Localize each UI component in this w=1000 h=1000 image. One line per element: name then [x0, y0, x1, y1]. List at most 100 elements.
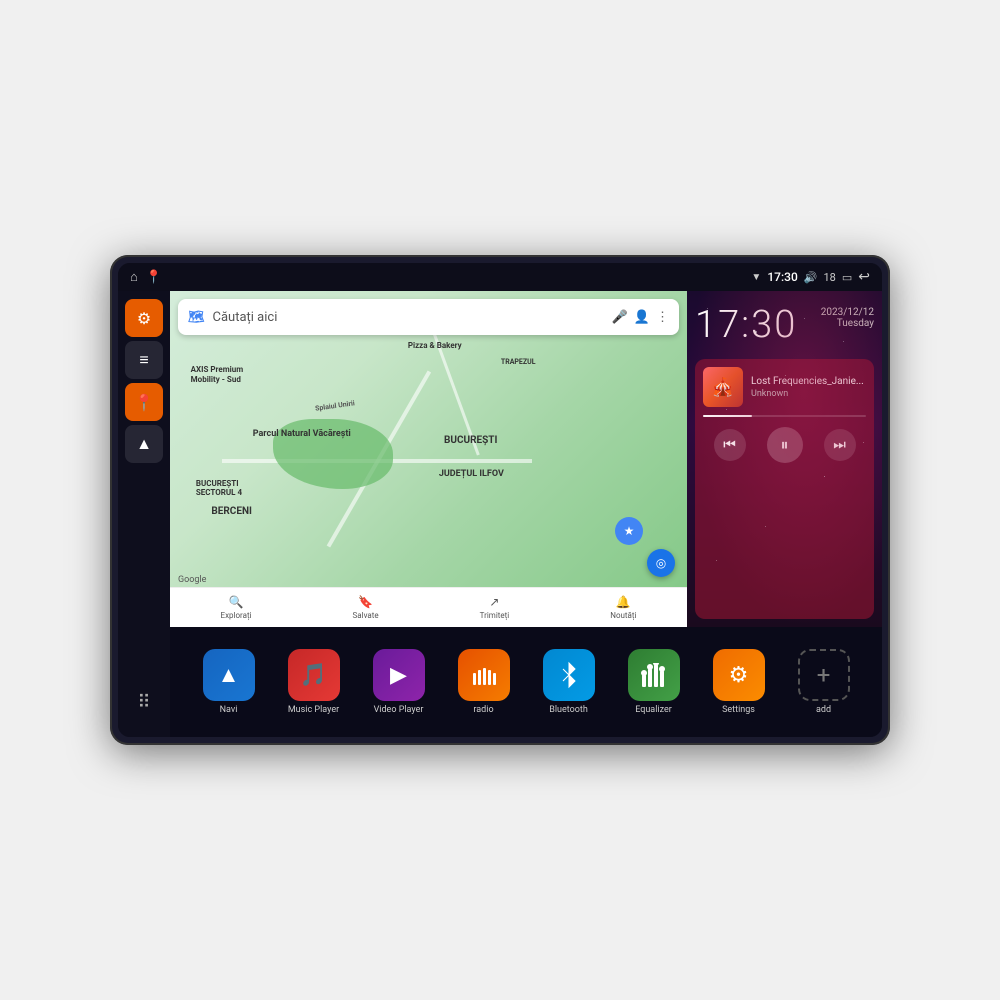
right-panel: 17:30 2023/12/12 Tuesday 🎪 — [687, 291, 882, 627]
app-icon-music-player: 🎵 — [288, 649, 340, 701]
add-icon-symbol: + — [817, 661, 831, 689]
app-icon-bluetooth — [543, 649, 595, 701]
music-text: Lost Frequencies_Janie... Unknown — [751, 376, 866, 399]
map-saved[interactable]: 🔖 Salvate — [353, 595, 379, 620]
home-icon[interactable]: ⌂ — [130, 269, 138, 285]
app-label-music-player: Music Player — [288, 705, 339, 715]
map-label-sector4: BUCUREȘTISECTORUL 4 — [196, 479, 242, 497]
sidebar-map-icon[interactable]: 📍 — [125, 383, 163, 421]
share-icon: ↗ — [489, 595, 499, 609]
app-grid: ▲ Navi 🎵 Music Player ▶ — [170, 627, 882, 737]
car-head-unit: ⌂ 📍 ▼ 17:30 🔊 18 ▭ ↩ ⚙ ≡ 📍 ▲ ⠿ — [110, 255, 890, 745]
app-label-navi: Navi — [220, 705, 238, 715]
sidebar-files-icon[interactable]: ≡ — [125, 341, 163, 379]
app-label-video-player: Video Player — [374, 705, 424, 715]
music-progress-fill — [703, 415, 752, 417]
clock-date-value: 2023/12/12 — [821, 307, 874, 318]
saved-label: Salvate — [353, 611, 379, 620]
map-label-ilfov: JUDEȚUL ILFOV — [439, 469, 504, 479]
app-icon-video-player: ▶ — [373, 649, 425, 701]
app-icon-radio — [458, 649, 510, 701]
main-content: ⚙ ≡ 📍 ▲ ⠿ — [118, 291, 882, 737]
app-item-radio[interactable]: radio — [458, 649, 510, 715]
app-label-settings: Settings — [722, 705, 755, 715]
app-item-equalizer[interactable]: Equalizer — [628, 649, 680, 715]
map-label-berceni: BERCENI — [211, 506, 252, 517]
left-sidebar: ⚙ ≡ 📍 ▲ ⠿ — [118, 291, 170, 737]
map-locate-button[interactable]: ◎ — [647, 549, 675, 577]
app-icon-navi: ▲ — [203, 649, 255, 701]
map-searchbar[interactable]: 🗺 Căutați aici 🎤 👤 ⋮ — [178, 299, 679, 335]
settings-icon-symbol: ⚙ — [729, 663, 749, 688]
map-bottom-bar: 🔍 Explorați 🔖 Salvate ↗ Trimiteți — [170, 587, 687, 627]
app-item-bluetooth[interactable]: Bluetooth — [543, 649, 595, 715]
app-item-add[interactable]: + add — [798, 649, 850, 715]
app-item-navi[interactable]: ▲ Navi — [203, 649, 255, 715]
navi-icon-symbol: ▲ — [218, 662, 240, 688]
app-item-music-player[interactable]: 🎵 Music Player — [288, 649, 340, 715]
radio-waves-icon — [471, 665, 497, 685]
saved-icon: 🔖 — [358, 595, 373, 609]
music-player-icon-symbol: 🎵 — [300, 663, 327, 688]
clock-section: 17:30 2023/12/12 Tuesday — [695, 299, 874, 351]
wifi-icon: ▼ — [751, 272, 761, 283]
map-news[interactable]: 🔔 Noutăți — [610, 595, 636, 620]
battery-icon: ▭ — [842, 271, 852, 284]
map-search-text: Căutați aici — [213, 310, 604, 325]
map-background: AXIS PremiumMobility - Sud Pizza & Baker… — [170, 291, 687, 627]
battery-level: 18 — [823, 271, 835, 284]
app-icon-equalizer — [628, 649, 680, 701]
music-album-art: 🎪 — [703, 367, 743, 407]
more-icon[interactable]: ⋮ — [656, 310, 669, 325]
music-widget: 🎪 Lost Frequencies_Janie... Unknown — [695, 359, 874, 619]
map-label-splaiul: Splaiul Unirii — [314, 399, 355, 412]
google-maps-logo: 🗺 — [188, 310, 205, 325]
map-label-trapez: TRAPEZUL — [501, 358, 536, 366]
clock-date: 2023/12/12 Tuesday — [821, 303, 874, 329]
music-track-info: 🎪 Lost Frequencies_Janie... Unknown — [703, 367, 866, 407]
app-label-radio: radio — [473, 705, 493, 715]
back-icon[interactable]: ↩ — [858, 269, 870, 285]
app-label-bluetooth: Bluetooth — [549, 705, 588, 715]
music-controls: ⏮ ⏸ ⏭ — [703, 423, 866, 467]
app-item-settings[interactable]: ⚙ Settings — [713, 649, 765, 715]
map-label-parc: Parcul Natural Văcărești — [253, 429, 351, 439]
screen: ⌂ 📍 ▼ 17:30 🔊 18 ▭ ↩ ⚙ ≡ 📍 ▲ ⠿ — [118, 263, 882, 737]
status-time: 17:30 — [767, 270, 797, 284]
map-container[interactable]: AXIS PremiumMobility - Sud Pizza & Baker… — [170, 291, 687, 627]
map-label-buc: BUCUREȘTI — [444, 435, 497, 446]
sidebar-nav-icon[interactable]: ▲ — [125, 425, 163, 463]
mic-icon[interactable]: 🎤 — [612, 310, 628, 325]
app-item-video-player[interactable]: ▶ Video Player — [373, 649, 425, 715]
sidebar-grid-icon[interactable]: ⠿ — [125, 683, 163, 721]
music-progress-bar[interactable] — [703, 415, 866, 417]
map-star-button[interactable]: ★ — [615, 517, 643, 545]
app-label-add: add — [816, 705, 831, 715]
account-icon[interactable]: 👤 — [634, 310, 650, 325]
map-label-axis: AXIS PremiumMobility - Sud — [191, 365, 244, 386]
status-left: ⌂ 📍 — [130, 269, 162, 285]
sidebar-settings-icon[interactable]: ⚙ — [125, 299, 163, 337]
location-icon[interactable]: 📍 — [146, 270, 162, 285]
google-watermark: Google — [178, 575, 206, 585]
equalizer-bars-icon — [641, 663, 667, 687]
map-share[interactable]: ↗ Trimiteți — [480, 595, 510, 620]
app-icon-add: + — [798, 649, 850, 701]
video-player-icon-symbol: ▶ — [390, 663, 407, 688]
volume-icon: 🔊 — [804, 271, 818, 284]
status-bar: ⌂ 📍 ▼ 17:30 🔊 18 ▭ ↩ — [118, 263, 882, 291]
map-search-actions: 🎤 👤 ⋮ — [612, 310, 669, 325]
music-next-button[interactable]: ⏭ — [824, 429, 856, 461]
news-icon: 🔔 — [616, 595, 631, 609]
top-section: AXIS PremiumMobility - Sud Pizza & Baker… — [170, 291, 882, 627]
music-artist: Unknown — [751, 389, 866, 399]
music-play-button[interactable]: ⏸ — [767, 427, 803, 463]
center-area: AXIS PremiumMobility - Sud Pizza & Baker… — [170, 291, 882, 737]
explore-label: Explorați — [221, 611, 252, 620]
map-explore[interactable]: 🔍 Explorați — [221, 595, 252, 620]
clock-day: Tuesday — [821, 318, 874, 329]
app-icon-settings: ⚙ — [713, 649, 765, 701]
music-prev-button[interactable]: ⏮ — [714, 429, 746, 461]
app-label-equalizer: Equalizer — [635, 705, 672, 715]
status-right: ▼ 17:30 🔊 18 ▭ ↩ — [751, 269, 870, 285]
